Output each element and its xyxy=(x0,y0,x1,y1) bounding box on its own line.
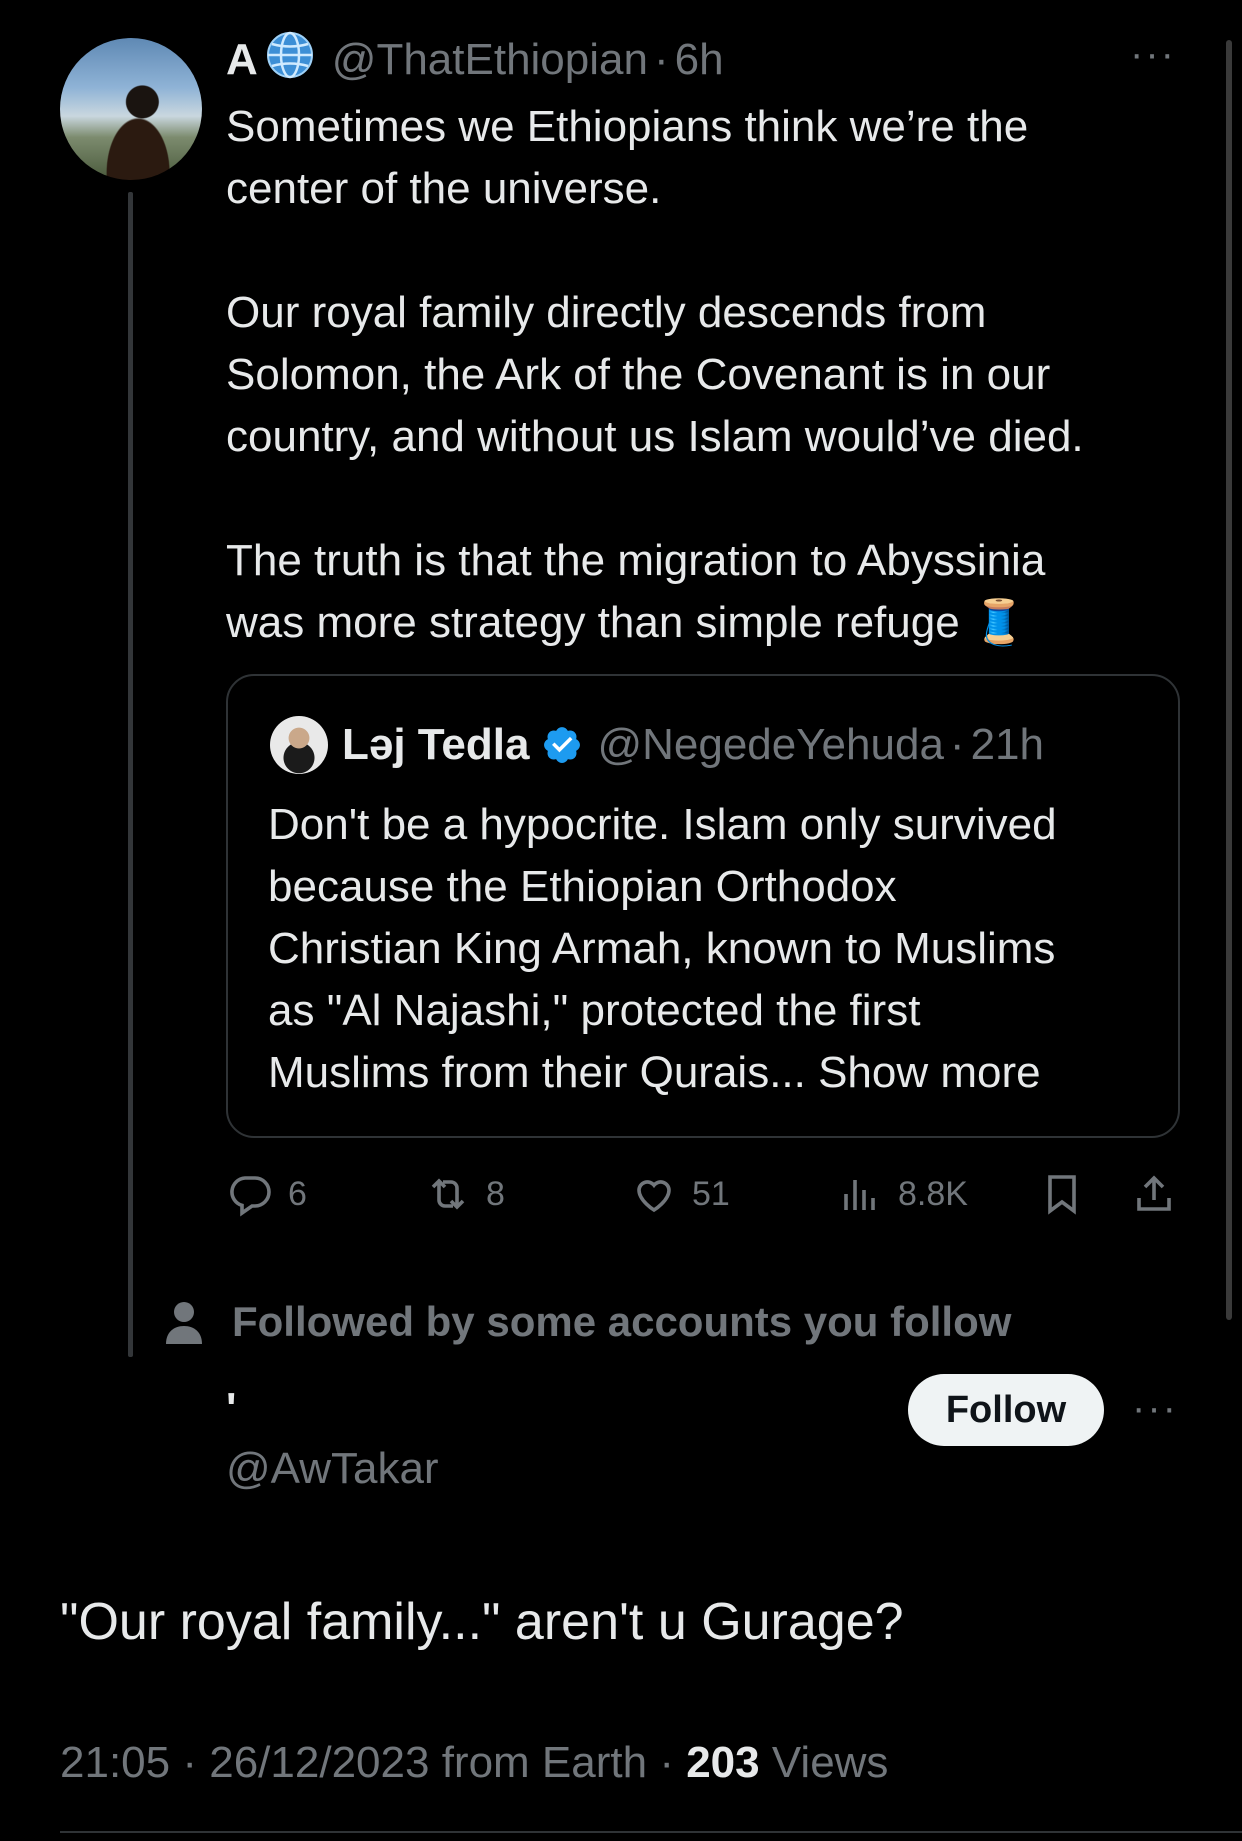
quote-author-handle: @NegedeYehuda xyxy=(597,720,944,769)
quote-text: Don't be a hypocrite. Islam only survive… xyxy=(268,800,1057,1097)
author-name[interactable]: A xyxy=(226,35,258,85)
reply-views-count: 203 xyxy=(686,1738,760,1787)
meta-separator-2: · xyxy=(659,1738,674,1787)
more-options-icon[interactable]: ··· xyxy=(1130,32,1176,77)
like-count: 51 xyxy=(692,1174,730,1213)
reply-more-options-icon[interactable]: ··· xyxy=(1132,1386,1178,1431)
reply-author-handle[interactable]: @AwTakar xyxy=(226,1444,439,1494)
social-context: Followed by some accounts you follow xyxy=(164,1294,1011,1350)
repost-icon xyxy=(431,1178,465,1210)
reply-date[interactable]: 26/12/2023 xyxy=(209,1738,429,1787)
follow-button[interactable]: Follow xyxy=(908,1374,1104,1446)
bookmark-icon xyxy=(1048,1175,1076,1215)
like-button[interactable]: 51 xyxy=(630,1166,730,1222)
verified-badge-icon xyxy=(544,727,581,763)
share-button[interactable] xyxy=(1130,1166,1192,1222)
repost-count: 8 xyxy=(486,1174,505,1213)
action-bar: 6 8 51 8.8K xyxy=(226,1166,1186,1222)
repost-button[interactable]: 8 xyxy=(424,1166,505,1222)
view-count: 8.8K xyxy=(898,1174,968,1213)
thread-line xyxy=(128,192,133,1357)
reply-icon xyxy=(230,1176,271,1217)
quote-author-name: Ləj Tedla xyxy=(342,720,530,769)
quote-header: Ləj Tedla @NegedeYehuda · 21h xyxy=(342,712,1044,778)
meta-separator: · xyxy=(182,1738,197,1787)
divider xyxy=(60,1831,1242,1833)
scrollbar[interactable] xyxy=(1226,40,1232,1320)
quoted-tweet[interactable]: Ləj Tedla @NegedeYehuda · 21h Don't be a… xyxy=(226,674,1180,1138)
reply-author-name[interactable]: ' xyxy=(226,1384,236,1434)
tweet-text: Sometimes we Ethiopians think we’re the … xyxy=(226,102,1084,647)
reply-text: "Our royal family..." aren't u Gurage? xyxy=(60,1593,904,1651)
quote-time: 21h xyxy=(970,720,1044,769)
social-context-text: Followed by some accounts you follow xyxy=(232,1298,1012,1345)
tweet-time[interactable]: 6h xyxy=(675,35,724,85)
tweet-header: A @ThatEthiopian · 6h xyxy=(226,30,724,90)
reply-source: from Earth xyxy=(441,1738,648,1787)
reply-time[interactable]: 21:05 xyxy=(60,1738,170,1787)
reply-meta: 21:05 · 26/12/2023 from Earth · 203 View… xyxy=(60,1738,888,1788)
quote-time-separator: · xyxy=(949,720,965,769)
time-separator: · xyxy=(653,35,669,84)
author-avatar[interactable] xyxy=(60,38,202,180)
person-icon xyxy=(166,1302,202,1344)
reply-count: 6 xyxy=(288,1174,307,1213)
share-icon xyxy=(1137,1175,1171,1211)
author-handle[interactable]: @ThatEthiopian xyxy=(332,35,648,85)
views-icon xyxy=(844,1180,875,1210)
reply-button[interactable]: 6 xyxy=(226,1166,307,1222)
globe-icon xyxy=(264,29,316,92)
heart-icon xyxy=(637,1180,671,1213)
quote-author-avatar xyxy=(270,716,328,774)
views-button[interactable]: 8.8K xyxy=(836,1166,968,1222)
reply-views-label: Views xyxy=(771,1738,889,1787)
bookmark-button[interactable] xyxy=(1038,1166,1100,1222)
